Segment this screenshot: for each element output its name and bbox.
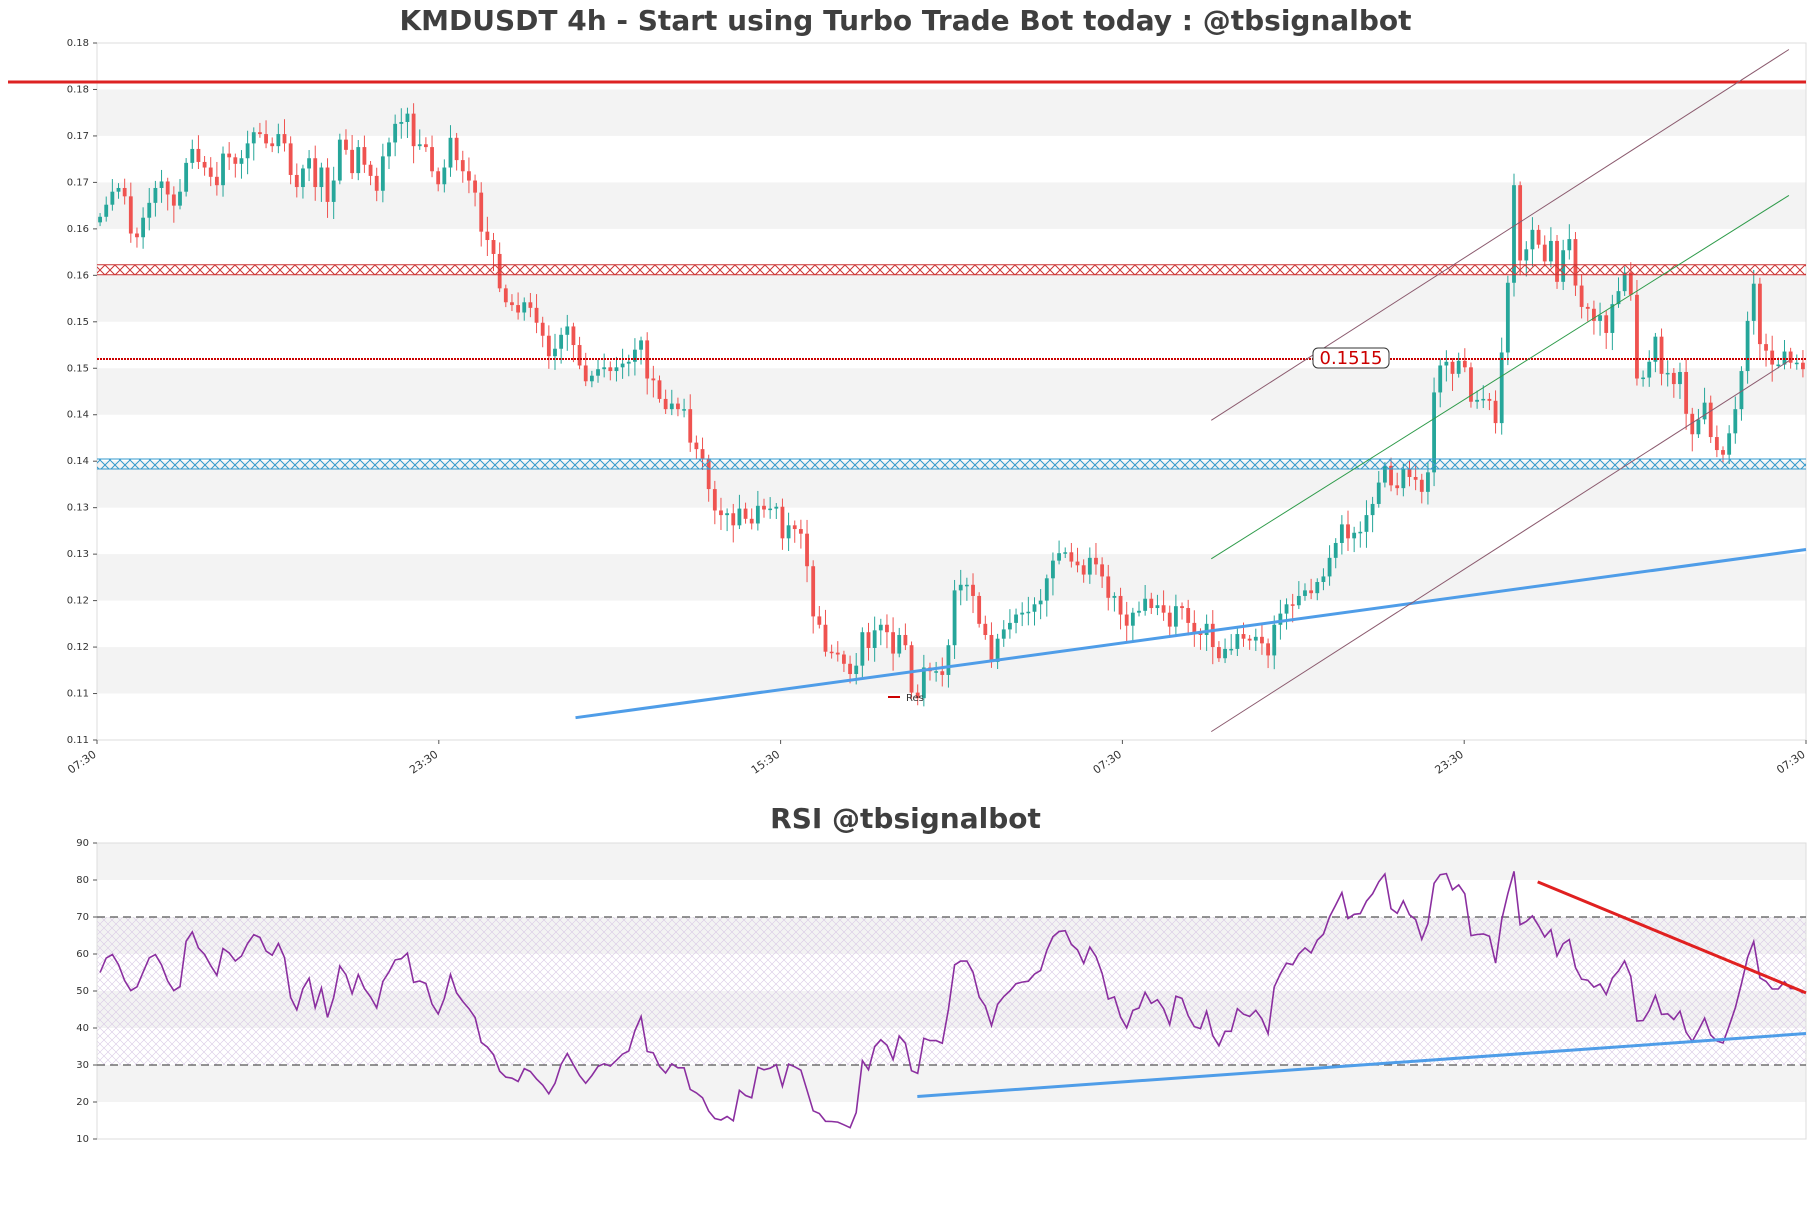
- y-tick-label: 30: [76, 1060, 89, 1071]
- rsi-chart: 90 80 70 60 50 40 30 20 10: [76, 838, 1807, 1145]
- y-tick-label: 90: [76, 838, 89, 849]
- y-tick-label: 40: [76, 1023, 89, 1034]
- y-tick-label: 50: [76, 986, 89, 997]
- y-tick-label: 80: [76, 875, 89, 886]
- grid-band: [97, 843, 1806, 880]
- y-tick-label: 70: [76, 912, 89, 923]
- y-tick-label: 60: [76, 949, 89, 960]
- y-tick-label: 20: [76, 1097, 89, 1108]
- grid-band: [97, 1065, 1806, 1102]
- y-tick-label: 10: [76, 1134, 89, 1145]
